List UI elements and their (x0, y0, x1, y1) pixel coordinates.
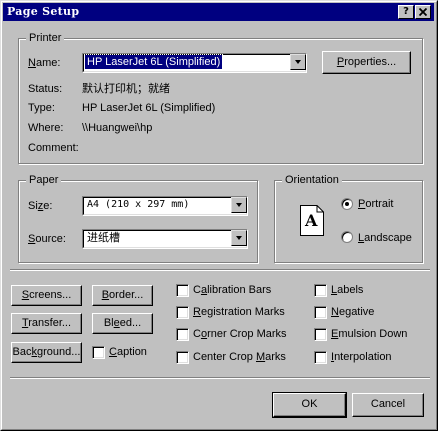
printer-name-value: HP LaserJet 6L (Simplified) (83, 54, 224, 70)
paper-size-select[interactable]: A4 (210 x 297 mm) (82, 196, 248, 216)
size-label: Size: (28, 200, 53, 212)
border-button[interactable]: Border... (92, 285, 153, 306)
properties-button[interactable]: Properties... (322, 51, 411, 74)
portrait-label[interactable]: Portrait (358, 197, 393, 211)
window-title: Page Setup (7, 5, 80, 18)
transfer-button[interactable]: Transfer... (11, 313, 82, 334)
registration-marks-checkbox[interactable] (176, 306, 189, 319)
labels-checkbox[interactable] (314, 284, 327, 297)
bleed-button[interactable]: Bleed... (92, 313, 153, 334)
close-button[interactable] (415, 5, 431, 19)
chevron-down-icon[interactable] (290, 54, 306, 70)
paper-source-value: 进纸槽 (87, 231, 120, 244)
screens-button[interactable]: Screens... (11, 285, 82, 306)
landscape-radio[interactable] (341, 231, 353, 243)
background-label: Background... (12, 346, 81, 358)
page-setup-dialog: Page Setup ? Printer Name: HP LaserJet 6… (0, 0, 438, 431)
printer-name-select[interactable]: HP LaserJet 6L (Simplified) (82, 53, 307, 73)
calibration-bars-checkbox[interactable] (176, 284, 189, 297)
corner-crop-marks-checkbox[interactable] (176, 328, 189, 341)
portrait-radio[interactable] (341, 198, 353, 210)
negative-label[interactable]: Negative (331, 305, 374, 319)
printer-legend: Printer (26, 31, 65, 45)
orientation-group: Orientation (274, 173, 423, 263)
background-button[interactable]: Background... (11, 342, 82, 363)
registration-marks-label[interactable]: Registration Marks (193, 305, 285, 319)
chevron-down-icon[interactable] (231, 230, 247, 246)
type-label: Type: (28, 102, 55, 114)
labels-label[interactable]: Labels (331, 283, 363, 297)
center-crop-marks-checkbox[interactable] (176, 351, 189, 364)
paper-source-select[interactable]: 进纸槽 (82, 229, 248, 249)
ok-button[interactable]: OK (272, 392, 347, 418)
bleed-label: Bleed... (103, 317, 142, 329)
type-value: HP LaserJet 6L (Simplified) (82, 102, 216, 114)
paper-legend: Paper (26, 173, 62, 187)
caption-label[interactable]: Caption (109, 345, 147, 359)
border-label: Border... (101, 289, 144, 301)
printer-name-label: Name: (28, 57, 61, 69)
title-bar[interactable]: Page Setup ? (3, 3, 434, 21)
center-crop-marks-label[interactable]: Center Crop Marks (193, 350, 286, 364)
calibration-bars-label[interactable]: Calibration Bars (193, 283, 271, 297)
status-value: 默认打印机；就绪 (82, 82, 170, 95)
orientation-legend: Orientation (282, 173, 342, 187)
interpolation-checkbox[interactable] (314, 351, 327, 364)
ok-label: OK (301, 398, 318, 410)
caption-checkbox[interactable] (92, 346, 105, 359)
properties-label: Properties... (336, 56, 397, 68)
status-label: Status: (28, 83, 63, 95)
source-label: Source: (28, 233, 66, 245)
separator-top (10, 269, 430, 271)
paper-size-value: A4 (210 x 297 mm) (87, 199, 190, 210)
comment-label: Comment: (28, 142, 79, 154)
negative-checkbox[interactable] (314, 306, 327, 319)
separator-bottom (10, 377, 430, 379)
paper-group: Paper (18, 173, 258, 263)
portrait-page-icon: A (300, 205, 324, 236)
corner-crop-marks-label[interactable]: Corner Crop Marks (193, 327, 287, 341)
close-icon (419, 8, 427, 16)
interpolation-label[interactable]: Interpolation (331, 350, 392, 364)
help-button[interactable]: ? (398, 5, 414, 19)
where-value: \\Huangwei\hp (82, 122, 153, 134)
emulsion-down-label[interactable]: Emulsion Down (331, 327, 407, 341)
landscape-label[interactable]: Landscape (358, 231, 412, 245)
cancel-button[interactable]: Cancel (352, 393, 424, 417)
screens-label: Screens... (21, 289, 72, 301)
where-label: Where: (28, 122, 64, 134)
transfer-label: Transfer... (21, 317, 72, 329)
emulsion-down-checkbox[interactable] (314, 328, 327, 341)
page-icon-letter: A (305, 211, 318, 230)
chevron-down-icon[interactable] (231, 197, 247, 213)
cancel-label: Cancel (370, 398, 406, 410)
